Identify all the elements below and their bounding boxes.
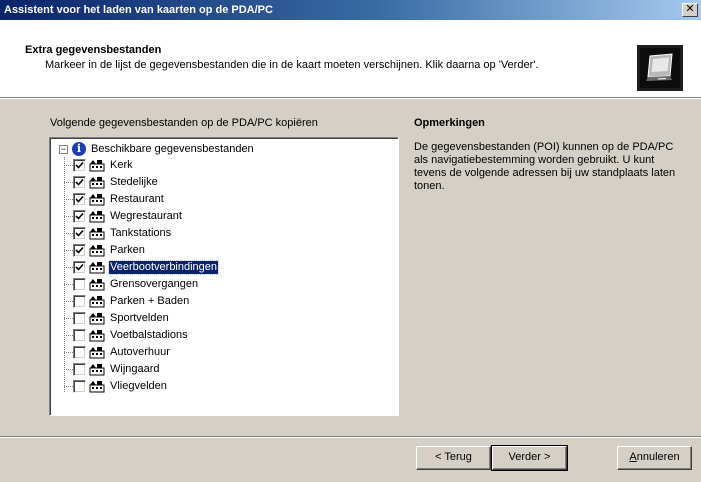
poi-database-icon bbox=[89, 329, 105, 342]
poi-checkbox[interactable] bbox=[73, 329, 86, 342]
poi-checkbox[interactable] bbox=[73, 244, 86, 257]
tree-item[interactable]: Kerk bbox=[64, 157, 218, 174]
tree-item-label[interactable]: Parken bbox=[109, 244, 146, 257]
close-icon: ✕ bbox=[685, 3, 695, 15]
tree-item-label[interactable]: Sportvelden bbox=[109, 312, 170, 325]
close-button[interactable]: ✕ bbox=[682, 3, 698, 17]
tree-item-label[interactable]: Wegrestaurant bbox=[109, 210, 183, 223]
tree-item-label[interactable]: Kerk bbox=[109, 159, 134, 172]
tree-connector bbox=[64, 199, 73, 200]
remarks-title: Opmerkingen bbox=[414, 117, 485, 129]
header-title: Extra gegevensbestanden bbox=[25, 44, 162, 56]
poi-database-icon bbox=[89, 244, 105, 257]
pda-device-icon bbox=[637, 45, 683, 91]
poi-checkbox[interactable] bbox=[73, 176, 86, 189]
next-button[interactable]: Verder > bbox=[491, 445, 568, 471]
tree-connector bbox=[64, 284, 73, 285]
tree-item[interactable]: Grensovergangen bbox=[64, 276, 218, 293]
tree-connector bbox=[64, 182, 73, 183]
tree-item[interactable]: Tankstations bbox=[64, 225, 218, 242]
cancel-button[interactable]: Annuleren bbox=[617, 446, 692, 470]
tree-item-label[interactable]: Autoverhuur bbox=[109, 346, 171, 359]
poi-database-icon bbox=[89, 278, 105, 291]
tree-item[interactable]: Sportvelden bbox=[64, 310, 218, 327]
tree-items: Kerk Stedelijke Restaurant Wegrestaurant Tan… bbox=[64, 157, 220, 395]
tree-connector bbox=[64, 250, 73, 251]
tree-item[interactable]: Restaurant bbox=[64, 191, 218, 208]
poi-database-icon bbox=[89, 295, 105, 308]
poi-checkbox[interactable] bbox=[73, 312, 86, 325]
window-title: Assistent voor het laden van kaarten op … bbox=[4, 4, 273, 16]
tree-connector bbox=[64, 165, 73, 166]
tree-connector bbox=[64, 386, 73, 387]
list-caption: Volgende gegevensbestanden op de PDA/PC … bbox=[50, 117, 318, 129]
tree-connector bbox=[64, 369, 73, 370]
tree-item[interactable]: Vliegvelden bbox=[64, 378, 218, 395]
wizard-header: Extra gegevensbestanden Markeer in de li… bbox=[0, 20, 701, 97]
poi-database-icon bbox=[89, 363, 105, 376]
tree-item[interactable]: Wegrestaurant bbox=[64, 208, 218, 225]
tree-item-label[interactable]: Tankstations bbox=[109, 227, 172, 240]
tree-item-label[interactable]: Veerbootverbindingen bbox=[107, 260, 220, 275]
cancel-accel: A bbox=[629, 451, 637, 463]
tree-item-label[interactable]: Wijngaard bbox=[109, 363, 161, 376]
poi-database-icon bbox=[89, 210, 105, 223]
tree-connector bbox=[64, 267, 73, 268]
remarks-text: De gegevensbestanden (POI) kunnen op de … bbox=[414, 141, 676, 192]
tree-root[interactable]: − i Beschikbare gegevensbestanden bbox=[59, 141, 254, 157]
poi-checkbox[interactable] bbox=[73, 363, 86, 376]
tree-item-label[interactable]: Grensovergangen bbox=[109, 278, 199, 291]
tree-item-label[interactable]: Stedelijke bbox=[109, 176, 159, 189]
tree-item[interactable]: Voetbalstadions bbox=[64, 327, 218, 344]
poi-checkbox[interactable] bbox=[73, 380, 86, 393]
poi-checkbox[interactable] bbox=[73, 159, 86, 172]
tree-connector bbox=[64, 318, 73, 319]
tree-connector bbox=[64, 233, 73, 234]
title-bar: Assistent voor het laden van kaarten op … bbox=[0, 0, 701, 20]
footer-separator bbox=[0, 436, 701, 438]
poi-checkbox[interactable] bbox=[73, 193, 86, 206]
tree-connector bbox=[64, 301, 73, 302]
poi-database-icon bbox=[89, 380, 105, 393]
poi-database-icon bbox=[89, 193, 105, 206]
poi-database-icon bbox=[89, 159, 105, 172]
info-icon: i bbox=[72, 142, 86, 156]
poi-database-icon bbox=[89, 346, 105, 359]
tree-connector bbox=[64, 216, 73, 217]
tree-item[interactable]: Veerbootverbindingen bbox=[64, 259, 220, 276]
tree-item[interactable]: Autoverhuur bbox=[64, 344, 218, 361]
poi-checkbox[interactable] bbox=[73, 346, 86, 359]
poi-checkbox[interactable] bbox=[73, 210, 86, 223]
poi-database-icon bbox=[89, 261, 105, 274]
back-button[interactable]: < Terug bbox=[416, 446, 491, 470]
tree-item-label[interactable]: Parken + Baden bbox=[109, 295, 190, 308]
tree-root-label: Beschikbare gegevensbestanden bbox=[91, 143, 254, 155]
poi-database-icon bbox=[89, 312, 105, 325]
header-separator bbox=[0, 97, 701, 99]
tree-connector bbox=[64, 352, 73, 353]
poi-database-icon bbox=[89, 227, 105, 240]
poi-database-icon bbox=[89, 176, 105, 189]
tree-item[interactable]: Parken bbox=[64, 242, 218, 259]
header-subtitle: Markeer in de lijst de gegevensbestanden… bbox=[45, 59, 539, 71]
poi-checkbox[interactable] bbox=[73, 295, 86, 308]
tree-item[interactable]: Parken + Baden bbox=[64, 293, 218, 310]
tree-item-label[interactable]: Voetbalstadions bbox=[109, 329, 189, 342]
tree-connector bbox=[64, 335, 73, 336]
tree-item[interactable]: Stedelijke bbox=[64, 174, 218, 191]
tree-item[interactable]: Wijngaard bbox=[64, 361, 218, 378]
cancel-label: nnuleren bbox=[636, 451, 680, 463]
poi-checkbox[interactable] bbox=[73, 227, 86, 240]
collapse-icon[interactable]: − bbox=[59, 144, 68, 154]
poi-checkbox[interactable] bbox=[73, 261, 86, 274]
tree-item-label[interactable]: Vliegvelden bbox=[109, 380, 168, 393]
tree-item-label[interactable]: Restaurant bbox=[109, 193, 165, 206]
poi-checkbox[interactable] bbox=[73, 278, 86, 291]
